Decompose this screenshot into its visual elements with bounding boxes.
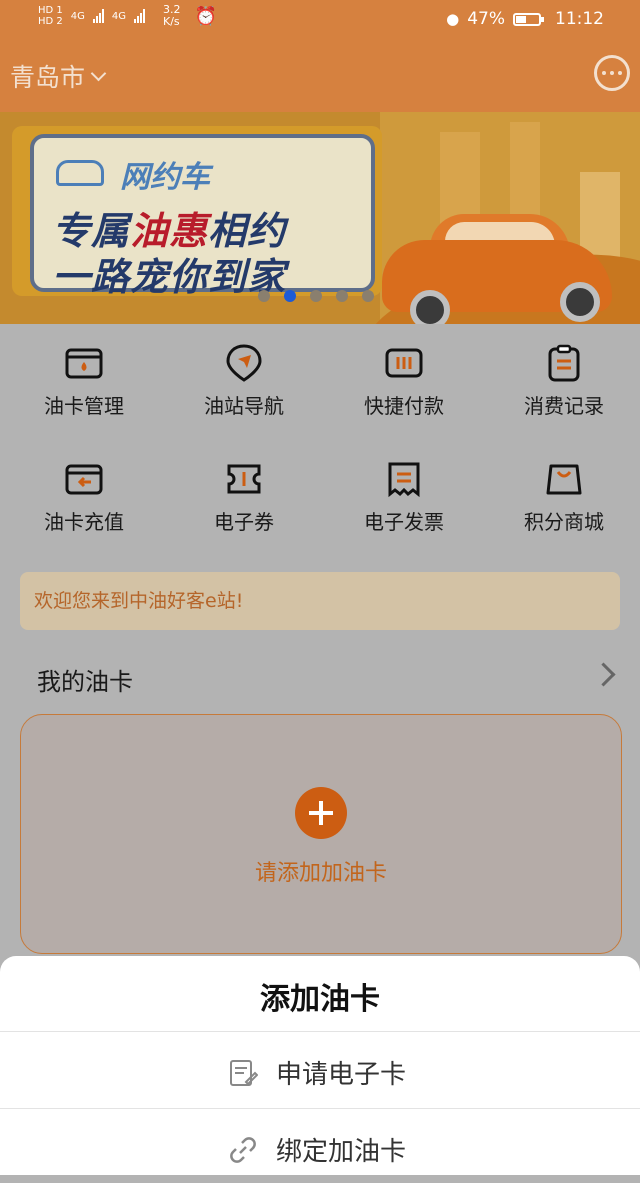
status-bar: HD 1 HD 2 4G 4G 3.2 K/s ⏰ ● 47% 11:12 [0,0,640,40]
divider [0,1108,640,1109]
shopping-bag-icon [545,460,583,498]
message-icon[interactable] [594,55,630,91]
car-wheel [410,290,450,324]
e-card-icon [228,1058,259,1088]
carousel-dot[interactable] [258,290,270,302]
battery-percent: 47% [467,9,505,29]
card-drop-icon [65,344,103,382]
menu-quick-pay[interactable]: 快捷付款 [324,344,484,419]
menu-e-invoice[interactable]: 电子发票 [324,460,484,535]
net-speed-unit: K/s [163,15,180,28]
menu-label: 油站导航 [204,394,284,418]
car-wheel [560,282,600,322]
banner-headline-2: 一路宠你到家 [52,255,287,299]
menu-card-management[interactable]: 油卡管理 [4,344,164,419]
menu-points-mall[interactable]: 积分商城 [484,460,640,535]
coupon-icon [225,460,263,498]
add-card-panel[interactable]: 请添加加油卡 [20,714,622,954]
menu-station-navigation[interactable]: 油站导航 [164,344,324,419]
menu-e-coupon[interactable]: 电子券 [164,460,324,535]
bind-card-option[interactable]: 绑定加油卡 [0,1113,640,1183]
location-icon: ● [446,10,460,28]
carousel-dot[interactable] [284,290,296,302]
chevron-right-icon [591,662,616,687]
sim1-label: HD 1 [38,5,63,16]
carousel-dot[interactable] [362,290,374,302]
net1-label: 4G [70,10,85,22]
menu-label: 快捷付款 [364,394,444,418]
add-card-sheet: 添加油卡 申请电子卡 绑定加油卡 [0,956,640,1175]
net2-label: 4G [111,10,127,22]
menu-label: 电子券 [214,510,274,534]
carousel-dot[interactable] [336,290,348,302]
add-card-label: 请添加加油卡 [254,861,387,886]
welcome-notice: 欢迎您来到中油好客e站! [20,572,620,630]
sim2-label: HD 2 [38,16,63,27]
invoice-icon [385,460,423,498]
navigation-pin-icon [225,344,263,382]
alarm-icon: ⏰ [194,5,217,27]
my-card-header[interactable]: 我的油卡 [0,650,640,706]
chevron-down-icon [90,65,107,81]
city-label: 青岛市 [10,63,86,92]
carousel-indicator [258,290,374,302]
car-outline-icon [56,160,104,186]
option-label: 绑定加油卡 [276,1137,407,1167]
option-label: 申请电子卡 [276,1060,407,1090]
menu-label: 电子发票 [364,510,444,534]
carousel-dot[interactable] [310,290,322,302]
sheet-title: 添加油卡 [260,982,380,1017]
feature-grid: 油卡管理 油站导航 快捷付款 消费记录 油卡充值 电子券 电子发票 积分商城 [0,324,640,554]
top-header: 青岛市 [0,40,640,112]
menu-card-recharge[interactable]: 油卡充值 [4,460,164,535]
apply-e-card-option[interactable]: 申请电子卡 [0,1036,640,1106]
battery-icon [513,12,544,26]
link-icon [228,1135,258,1165]
signal-icon-2 [134,9,146,23]
banner-tag: 网约车 [120,160,210,195]
clipboard-icon [545,344,583,382]
menu-label: 油卡充值 [44,510,124,534]
city-selector[interactable]: 青岛市 [10,58,107,94]
menu-label: 油卡管理 [44,394,124,418]
menu-label: 消费记录 [524,394,604,418]
my-card-title: 我的油卡 [37,668,133,696]
menu-label: 积分商城 [524,510,604,534]
card-recharge-icon [65,460,103,498]
divider [0,1031,640,1032]
menu-consumption-record[interactable]: 消费记录 [484,344,640,419]
clock: 11:12 [555,9,604,29]
quick-pay-icon [385,344,423,382]
signal-icon [92,9,104,23]
plus-icon[interactable] [295,787,347,839]
